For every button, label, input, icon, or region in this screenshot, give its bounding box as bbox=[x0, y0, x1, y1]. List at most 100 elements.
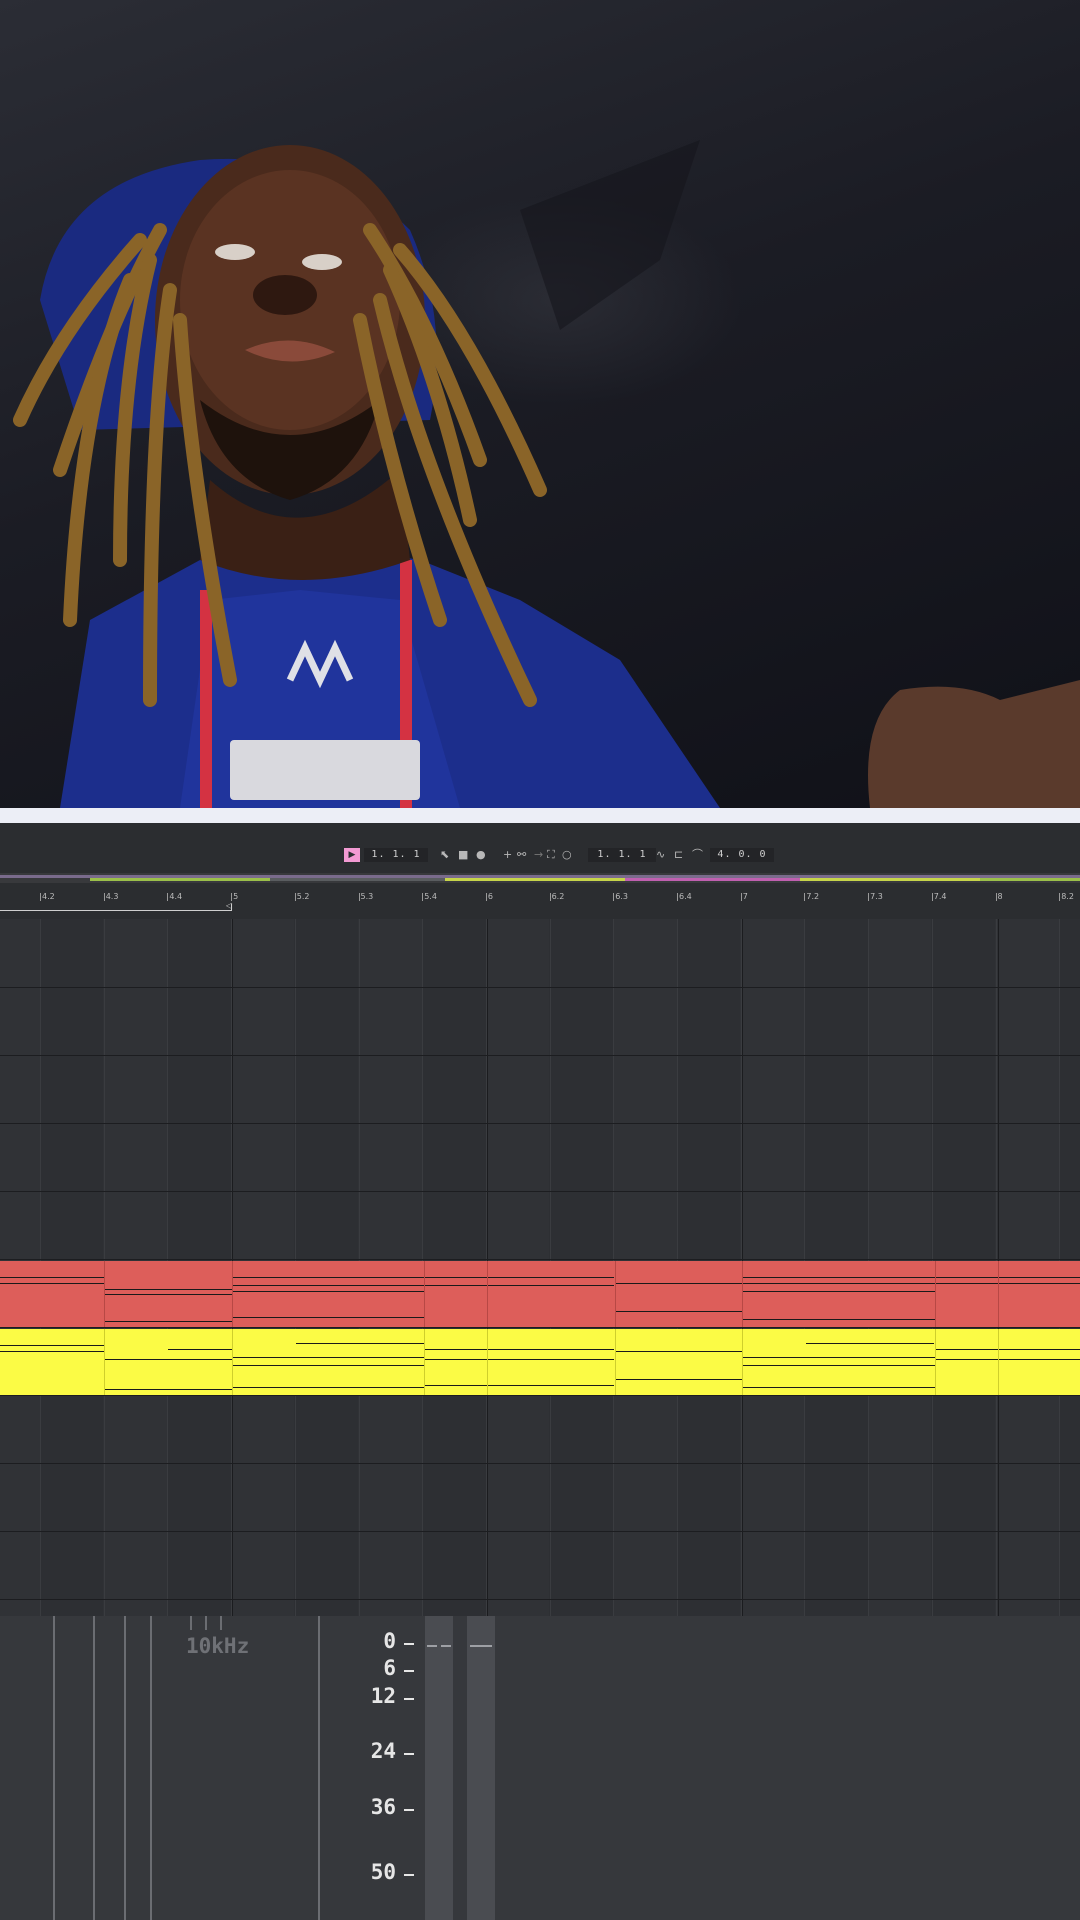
db-label: 0 bbox=[383, 1629, 396, 1653]
midi-note[interactable] bbox=[742, 1283, 935, 1284]
freq-grid-line bbox=[93, 1616, 95, 1920]
ruler-label: 5.3 bbox=[360, 892, 374, 901]
midi-note[interactable] bbox=[424, 1359, 614, 1360]
db-label: 24 bbox=[370, 1739, 396, 1763]
beat-ruler[interactable]: ◁ 4.2 4.3 4.4 5 5.2 5.3 5.4 6 6.2 6.3 6.4 7 7.2 7.3 7.… bbox=[0, 883, 1080, 920]
midi-note[interactable] bbox=[935, 1283, 1080, 1284]
record-icon[interactable]: ● bbox=[476, 848, 486, 862]
midi-note[interactable] bbox=[104, 1389, 232, 1390]
freq-grid-line bbox=[53, 1616, 55, 1920]
clip-boundary bbox=[615, 1261, 616, 1327]
ruler-tick bbox=[868, 893, 870, 901]
track-separator bbox=[0, 987, 1080, 988]
track-separator bbox=[0, 1531, 1080, 1532]
loop-icon[interactable]: ⊏ bbox=[674, 848, 683, 862]
ruler-tick bbox=[422, 893, 424, 901]
track-separator bbox=[0, 1327, 1080, 1328]
midi-note[interactable] bbox=[935, 1349, 1080, 1350]
db-tick bbox=[404, 1643, 414, 1645]
arrow-icon[interactable]: → bbox=[534, 848, 543, 862]
ruler-label: 7 bbox=[742, 892, 748, 901]
arrangement-view[interactable] bbox=[0, 919, 1080, 1616]
midi-note[interactable] bbox=[168, 1349, 232, 1350]
midi-note[interactable] bbox=[615, 1311, 742, 1312]
midi-note[interactable] bbox=[615, 1351, 742, 1352]
midi-note[interactable] bbox=[232, 1291, 424, 1292]
loop-region-icon[interactable]: ⛶ bbox=[547, 848, 555, 862]
overview-segment bbox=[980, 878, 1080, 881]
midi-note[interactable] bbox=[104, 1294, 232, 1295]
circle-icon[interactable]: ○ bbox=[562, 848, 572, 862]
midi-note[interactable] bbox=[232, 1365, 424, 1366]
loop-end-marker[interactable]: ◁ bbox=[226, 901, 232, 910]
arrangement-overview[interactable] bbox=[0, 873, 1080, 883]
clip-boundary bbox=[998, 1261, 999, 1327]
peak-dash bbox=[441, 1645, 451, 1647]
midi-note[interactable] bbox=[232, 1317, 424, 1318]
midi-note[interactable] bbox=[0, 1345, 104, 1346]
midi-note[interactable] bbox=[296, 1343, 424, 1344]
midi-note[interactable] bbox=[742, 1291, 935, 1292]
midi-note[interactable] bbox=[104, 1289, 232, 1290]
webcam-person-image bbox=[13, 140, 1080, 808]
midi-note[interactable] bbox=[742, 1357, 935, 1358]
midi-note[interactable] bbox=[935, 1277, 1080, 1278]
midi-note[interactable] bbox=[742, 1319, 935, 1320]
db-tick bbox=[404, 1698, 414, 1700]
midi-note[interactable] bbox=[424, 1285, 614, 1286]
midi-note[interactable] bbox=[935, 1359, 1080, 1360]
clip-boundary bbox=[104, 1329, 105, 1395]
db-tick bbox=[404, 1809, 414, 1811]
play-icon[interactable]: ▶ bbox=[344, 848, 360, 862]
add-icon[interactable]: + bbox=[503, 848, 512, 862]
loop-start-display[interactable]: 1. 1. 1 bbox=[588, 848, 656, 862]
stop-icon[interactable]: ■ bbox=[458, 848, 468, 862]
freq-grid-line bbox=[190, 1616, 192, 1630]
ruler-tick bbox=[804, 893, 806, 901]
automation-icon[interactable]: ⌒ bbox=[692, 848, 703, 862]
midi-note[interactable] bbox=[232, 1357, 424, 1358]
clip-boundary bbox=[232, 1261, 233, 1327]
loop-brace[interactable] bbox=[0, 904, 232, 911]
midi-note[interactable] bbox=[104, 1359, 232, 1360]
position-display[interactable]: 1. 1. 1 bbox=[364, 848, 428, 862]
midi-clip-yellow[interactable] bbox=[0, 1329, 1080, 1395]
ruler-label: 8 bbox=[997, 892, 1003, 901]
midi-note[interactable] bbox=[615, 1379, 742, 1380]
midi-note[interactable] bbox=[232, 1285, 424, 1286]
ruler-label: 4.2 bbox=[42, 892, 55, 901]
midi-note[interactable] bbox=[424, 1349, 614, 1350]
clip-boundary bbox=[487, 1329, 488, 1395]
ruler-label: 6.3 bbox=[615, 892, 629, 901]
midi-note[interactable] bbox=[0, 1283, 104, 1284]
ruler-tick bbox=[995, 893, 997, 901]
midi-note[interactable] bbox=[232, 1387, 424, 1388]
link-icon[interactable]: ⚯ bbox=[517, 848, 526, 862]
midi-clip-red[interactable] bbox=[0, 1261, 1080, 1327]
midi-note[interactable] bbox=[104, 1321, 232, 1322]
ruler-label: 4.3 bbox=[105, 892, 119, 901]
midi-note[interactable] bbox=[232, 1277, 424, 1278]
track-separator bbox=[0, 1463, 1080, 1464]
freq-grid-line bbox=[220, 1616, 222, 1630]
ruler-tick bbox=[231, 893, 233, 901]
midi-note[interactable] bbox=[742, 1277, 935, 1278]
ruler-label: 7.3 bbox=[870, 892, 883, 901]
midi-note[interactable] bbox=[742, 1365, 935, 1366]
midi-note[interactable] bbox=[0, 1351, 104, 1352]
midi-note[interactable] bbox=[806, 1343, 934, 1344]
midi-note[interactable] bbox=[742, 1387, 935, 1388]
midi-note[interactable] bbox=[615, 1283, 742, 1284]
db-label: 36 bbox=[370, 1795, 396, 1819]
loop-length-display[interactable]: 4. 0. 0 bbox=[710, 848, 774, 862]
curve-icon[interactable]: ∿ bbox=[656, 848, 665, 862]
midi-note[interactable] bbox=[424, 1385, 614, 1386]
db-tick bbox=[404, 1753, 414, 1755]
ruler-tick bbox=[549, 893, 551, 901]
ruler-tick bbox=[40, 893, 41, 901]
midi-note[interactable] bbox=[424, 1277, 614, 1278]
cursor-icon[interactable]: ⬉ bbox=[440, 848, 449, 862]
level-meter-right bbox=[467, 1616, 495, 1920]
midi-note[interactable] bbox=[0, 1277, 104, 1278]
overview-segment bbox=[90, 878, 270, 881]
